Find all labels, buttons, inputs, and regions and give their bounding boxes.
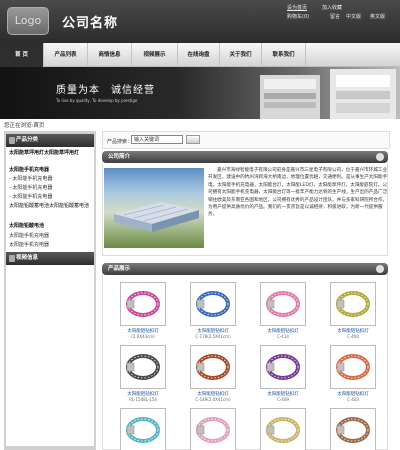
search-label: 产品搜索： xyxy=(107,139,133,145)
more-icon[interactable] xyxy=(376,153,384,161)
category-item[interactable]: 太阳能铅酸电池 xyxy=(9,222,44,229)
subcategory-item[interactable]: - 太阳能手机充电器 xyxy=(9,184,52,191)
chinese-link[interactable]: 中文版 xyxy=(346,13,361,20)
product-thumbnail[interactable] xyxy=(260,345,306,389)
product-thumbnail[interactable] xyxy=(330,282,376,326)
site-header: Logo 公司名称 设为首页 加入收藏 购物车(0) 留言 中文版 英文版 xyxy=(0,0,400,43)
product-thumbnail[interactable] xyxy=(190,408,236,450)
category-item[interactable]: 太阳能草坪用灯太阳能草坪用灯 xyxy=(9,150,93,157)
video-panel xyxy=(6,265,94,446)
category-header: 产品分类 xyxy=(6,134,94,147)
nav-business-info[interactable]: 商情信息 xyxy=(88,43,132,67)
nav-home[interactable]: 首 页 xyxy=(0,43,44,67)
product-thumbnail[interactable] xyxy=(190,345,236,389)
subcategory-item[interactable]: 太阳能手机充电器 xyxy=(9,241,49,248)
nav-products[interactable]: 产品列表 xyxy=(44,43,88,67)
product-thumbnail[interactable] xyxy=(120,282,166,326)
main-nav: 首 页 产品列表 商情信息 视频展示 在线询盘 关于我们 联系我们 xyxy=(0,43,400,67)
subcategory-item[interactable]: - 太阳能手机充电器 xyxy=(9,175,52,182)
category-item[interactable]: 太阳能铅酸蓄电池太阳能铅酸蓄电池 xyxy=(9,203,93,210)
products-title: 产品展示 xyxy=(108,266,131,272)
product-code: C-409 xyxy=(277,397,289,402)
nav-contact[interactable]: 联系我们 xyxy=(262,43,306,67)
message-link[interactable]: 留言 xyxy=(330,13,340,20)
printer-image xyxy=(260,69,396,119)
collar-image xyxy=(126,417,160,443)
product-thumbnail[interactable] xyxy=(260,408,306,450)
product-code: (2.0X43cm) xyxy=(131,334,155,339)
video-header: 视频信息 xyxy=(6,252,94,265)
sidebar: 产品分类 太阳能草坪用灯太阳能草坪用灯 太阳能手机充电器 - 太阳能手机充电器 … xyxy=(4,131,96,450)
collar-image xyxy=(266,417,300,443)
subcategory-item[interactable]: - 太阳能手机充电器 xyxy=(9,193,52,200)
intro-text: 嘉兴市海绿智能电子有限公司前身是嘉兴市三星电子有限公司，位于嘉兴市环城工业开发区… xyxy=(208,168,388,218)
banner-title: 质量为本 诚信经营 xyxy=(56,85,155,96)
product-code: C-178(2.5X41cm) xyxy=(195,334,231,339)
collar-image xyxy=(266,354,300,380)
top-links: 设为首页 加入收藏 购物车(0) 留言 中文版 英文版 xyxy=(282,2,398,24)
nav-about[interactable]: 关于我们 xyxy=(220,43,262,67)
set-homepage-link[interactable]: 设为首页 xyxy=(287,4,307,11)
intro-header: 公司简介 xyxy=(102,151,388,163)
collar-image xyxy=(126,291,160,317)
english-link[interactable]: 英文版 xyxy=(370,13,385,20)
company-name: 公司名称 xyxy=(62,16,119,31)
logo[interactable]: Logo xyxy=(7,7,49,35)
product-thumbnail[interactable] xyxy=(120,408,166,450)
intro-title: 公司简介 xyxy=(108,154,131,160)
factory-illustration xyxy=(114,202,199,232)
subcategory-item[interactable]: 太阳能手机充电器 xyxy=(9,232,49,239)
collar-image xyxy=(126,354,160,380)
product-code: C-403 xyxy=(347,397,359,402)
search-button[interactable] xyxy=(186,135,200,144)
breadcrumb: 您正在浏览:首页 xyxy=(4,123,45,129)
category-item[interactable]: 太阳能手机充电器 xyxy=(9,166,49,173)
collar-image xyxy=(196,417,230,443)
product-code: C-400 xyxy=(347,334,359,339)
search-bar: 产品搜索： xyxy=(102,131,390,149)
collar-image xyxy=(196,291,230,317)
nav-inquiry[interactable]: 在线询盘 xyxy=(178,43,220,67)
product-thumbnail[interactable] xyxy=(260,282,306,326)
product-code: C-414 xyxy=(277,334,289,339)
factory-image xyxy=(104,168,204,248)
product-code: RL-1548L-154 xyxy=(129,397,157,402)
collar-image xyxy=(336,354,370,380)
product-thumbnail[interactable] xyxy=(120,345,166,389)
collar-image xyxy=(196,354,230,380)
category-list: 太阳能草坪用灯太阳能草坪用灯 太阳能手机充电器 - 太阳能手机充电器 - 太阳能… xyxy=(6,147,94,260)
product-code: C-149(2.0X41cm) xyxy=(195,397,231,402)
product-thumbnail[interactable] xyxy=(330,345,376,389)
cart-link[interactable]: 购物车(0) xyxy=(287,13,309,20)
search-input[interactable] xyxy=(131,135,183,144)
collar-image xyxy=(336,417,370,443)
collar-image xyxy=(266,291,300,317)
product-thumbnail[interactable] xyxy=(190,282,236,326)
nav-video[interactable]: 视频展示 xyxy=(132,43,178,67)
favorite-link[interactable]: 加入收藏 xyxy=(322,4,342,11)
banner-subtitle: To live by quality, To develop by presti… xyxy=(56,98,138,103)
more-icon[interactable] xyxy=(376,265,384,273)
product-thumbnail[interactable] xyxy=(330,408,376,450)
collar-image xyxy=(336,291,370,317)
